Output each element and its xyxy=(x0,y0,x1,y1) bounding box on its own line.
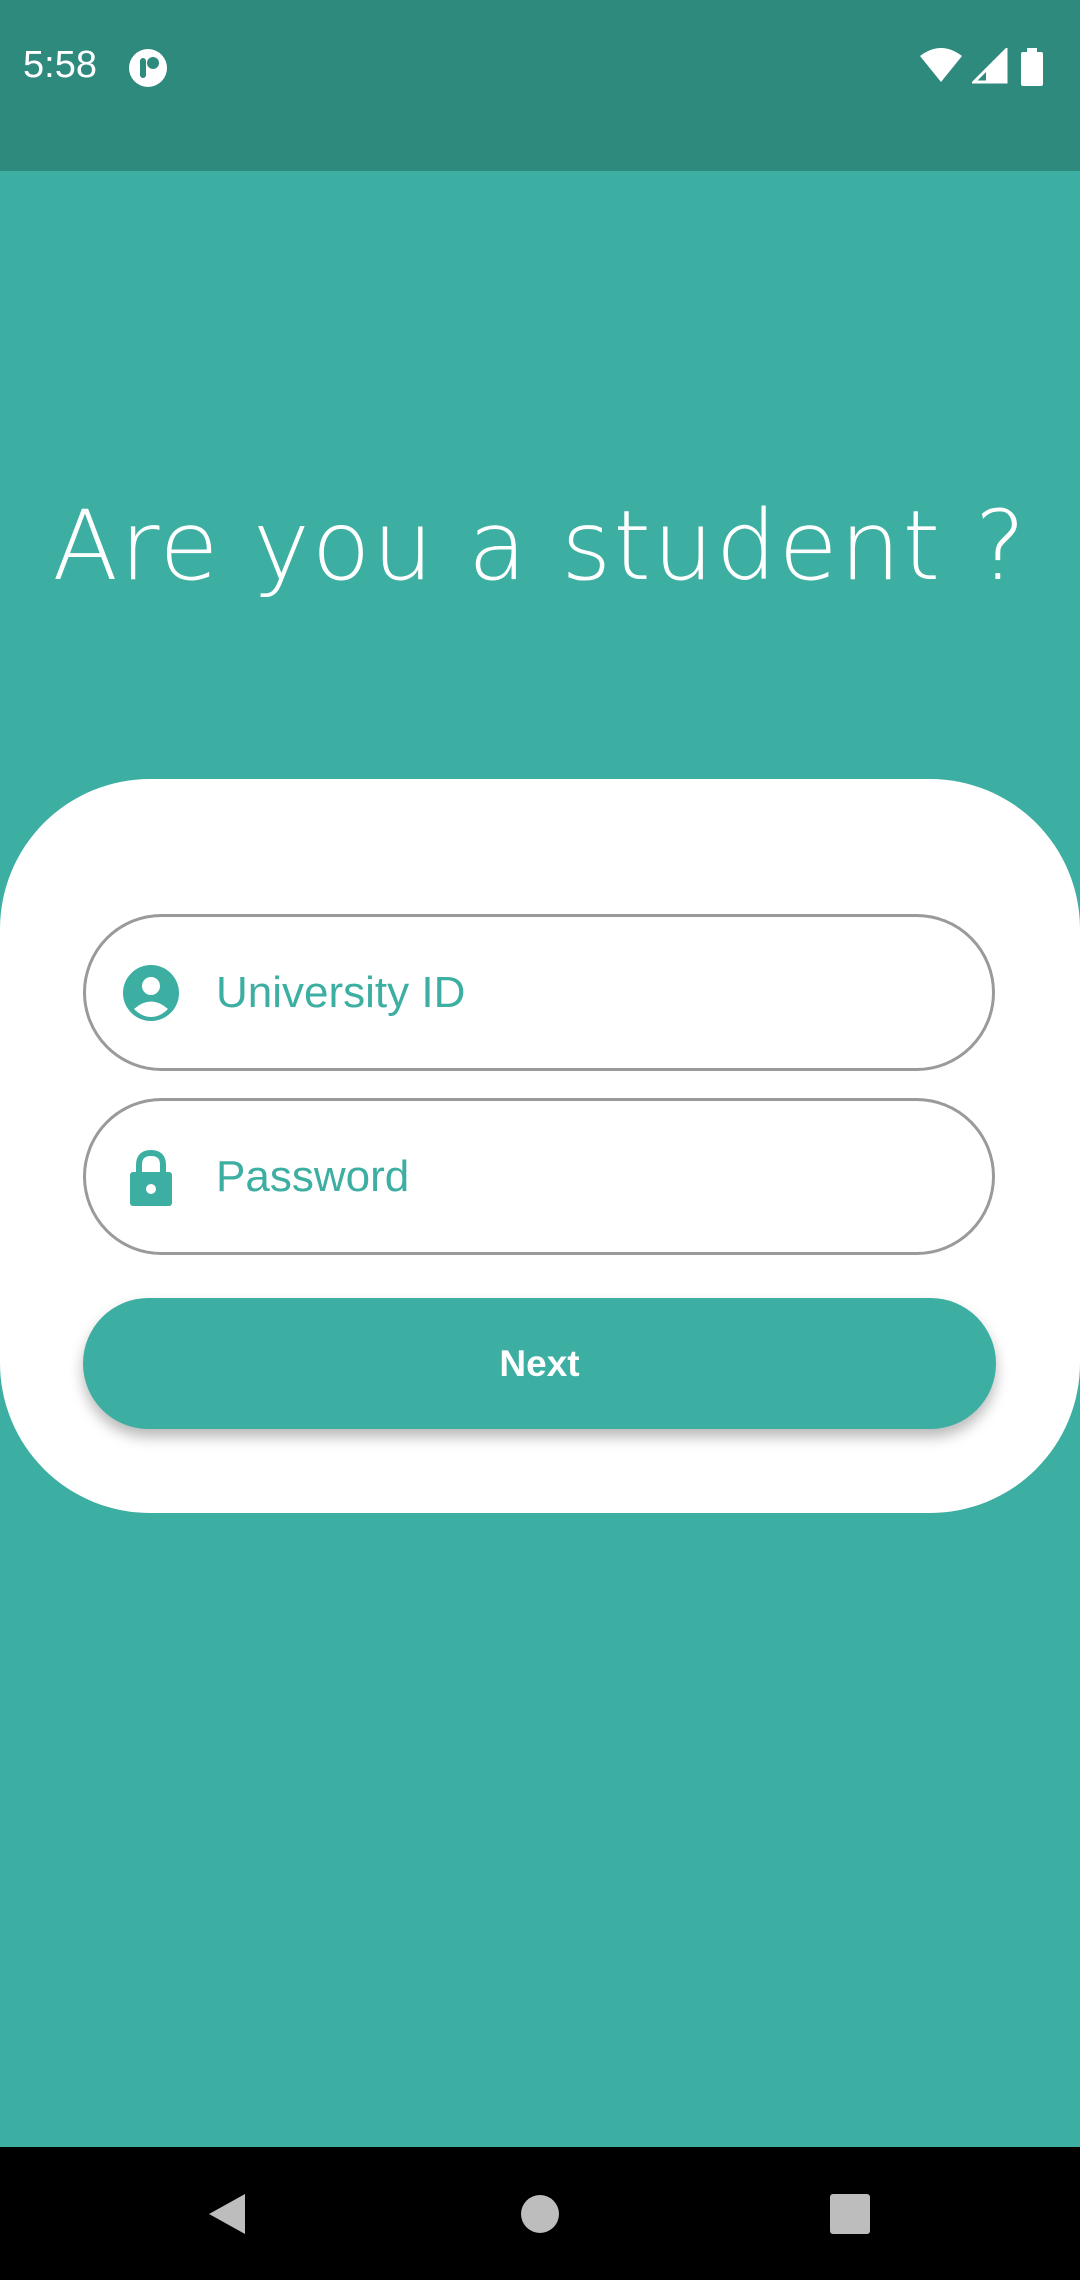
status-icons xyxy=(920,48,1060,88)
status-bar: 5:58 xyxy=(0,0,1080,171)
back-triangle-icon xyxy=(209,2193,245,2234)
university-id-placeholder: University ID xyxy=(216,968,466,1017)
university-id-field[interactable]: University ID xyxy=(83,914,995,1071)
recents-square-icon xyxy=(830,2193,870,2234)
navigation-bar xyxy=(0,2147,1080,2280)
wifi-icon xyxy=(920,48,962,82)
nav-home-button[interactable] xyxy=(470,2147,610,2280)
lock-icon xyxy=(122,1148,180,1206)
cell-signal-icon xyxy=(972,48,1008,84)
app-notification-icon xyxy=(128,48,168,88)
battery-icon xyxy=(1021,48,1043,86)
password-placeholder: Password xyxy=(216,1152,410,1201)
password-field[interactable]: Password xyxy=(83,1098,995,1255)
status-time: 5:58 xyxy=(23,44,97,86)
nav-recents-button[interactable] xyxy=(780,2147,920,2280)
nav-back-button[interactable] xyxy=(157,2147,297,2280)
account-circle-icon xyxy=(122,964,180,1022)
next-button[interactable]: Next xyxy=(83,1298,996,1429)
page-title: Are you a student ? xyxy=(52,490,1028,602)
home-circle-icon xyxy=(521,2194,559,2233)
